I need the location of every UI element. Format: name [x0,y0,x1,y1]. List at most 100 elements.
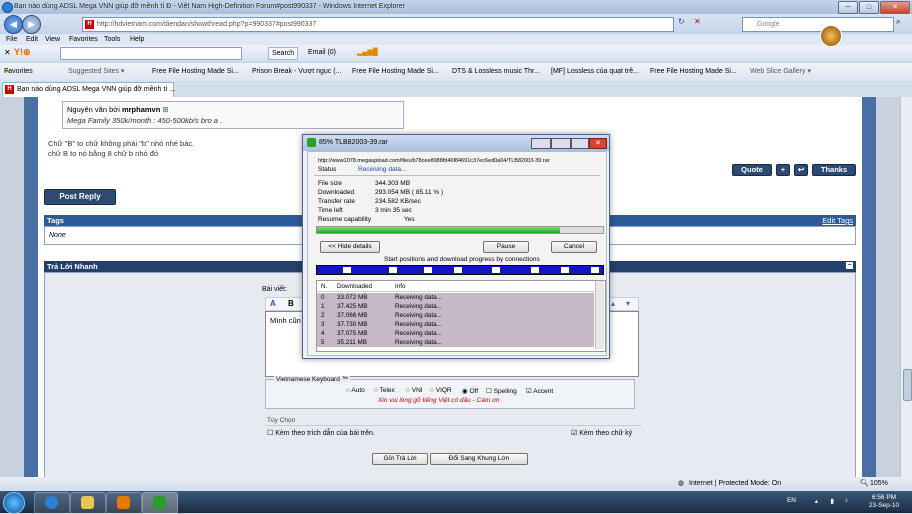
right-border [862,97,876,477]
dialog-help-button[interactable] [571,138,589,149]
multiquote-icon[interactable]: + [776,164,790,176]
signature-option[interactable]: ☑ Kèm theo chữ ký [571,429,632,437]
fav-item-webslice[interactable]: Web Slice Gallery ▾ [750,63,811,81]
close-button[interactable]: ✕ [880,1,910,14]
tab-favicon: H [5,85,14,94]
back-button[interactable]: ◀ [4,15,23,34]
minimize-button[interactable]: ─ [838,1,858,14]
volume-icon[interactable]: ♪ [845,497,848,504]
connection-segment [343,267,351,273]
quick-reply-title: Trả Lời Nhanh [47,262,98,271]
advanced-editor-button[interactable]: Đổi Sang Khung Lớn [430,453,528,465]
view-post-icon[interactable]: ⊞ [162,105,168,114]
taskbar-explorer[interactable] [70,492,106,514]
dialog-close-button[interactable]: ✕ [589,138,607,149]
table-row[interactable]: 4 37.075 MB Receiving data... [317,329,594,338]
window-title-bar: Bạn nào dùng ADSL Mega VNN giúp đỡ mềnh … [0,0,912,14]
pause-button[interactable]: Pause [483,241,529,253]
language-indicator[interactable]: EN [787,497,796,504]
table-scrollbar[interactable] [595,281,604,349]
fav-item-6[interactable]: Free File Hosting Made Si... [650,63,737,81]
quote-author[interactable]: mrphamvn [122,105,160,114]
quote-option[interactable]: ☐ Kèm theo trích dẫn của bài trên. [267,429,375,437]
shrink-icon[interactable]: ▾ [626,299,630,308]
tray-expand-icon[interactable]: ▴ [815,497,818,505]
dialog-restore-button[interactable] [551,138,571,149]
taskbar: EN ▴ ▮ ♪ 6:56 PM 23-Sep-10 [0,491,912,514]
toolbar-email-button[interactable]: Email (0) [308,47,336,58]
favorites-label: Favorites [4,68,33,75]
font-color-icon[interactable]: A [270,299,276,308]
fav-item-3[interactable]: Free File Hosting Made Si... [352,63,439,81]
menu-help[interactable]: Help [130,34,144,45]
toolbar-search-button[interactable]: Search [268,47,299,60]
search-input[interactable]: Google [742,17,894,32]
fav-item-5[interactable]: [MF] Lossless của quạt trê... [551,63,639,81]
zoom-icon[interactable]: 🔍︎ [860,477,869,491]
connection-segment [561,267,569,273]
kb-viqr[interactable]: ○ VIQR [430,387,452,394]
dialog-minimize-button[interactable] [531,138,551,149]
kb-spelling[interactable]: ☐ Spelling [486,387,517,395]
table-row[interactable]: 3 37.730 MB Receiving data... [317,320,594,329]
post-reply-button[interactable]: Post Reply [44,189,116,205]
taskbar-ie[interactable] [34,492,70,514]
connection-segment [531,267,539,273]
menu-edit[interactable]: Edit [26,34,38,45]
globe-status-icon: ◍ [678,480,685,487]
fav-item-suggested[interactable]: Suggested Sites ▾ [68,63,124,81]
close-toolbar-icon[interactable]: ✕ [4,47,11,58]
fav-item-4[interactable]: DTS & Lossless music Thr... [452,63,540,81]
expand-icon[interactable]: ▴ [611,299,615,308]
table-row[interactable]: 2 37.066 MB Receiving data... [317,311,594,320]
kb-auto[interactable]: ○ Auto [346,387,365,394]
table-row[interactable]: 1 37.425 MB Receiving data... [317,302,594,311]
idm-icon [307,138,316,147]
fav-item-2[interactable]: Prison Break - Vượt ngục (... [252,63,341,81]
collapse-icon[interactable]: − [846,262,853,269]
toolbar-search-input[interactable] [60,47,242,60]
quick-reply-icon[interactable]: ↩ [794,164,808,176]
menu-file[interactable]: File [6,34,17,45]
menu-tools[interactable]: Tools [104,34,120,45]
taskbar-media-player[interactable] [106,492,142,514]
zoom-level[interactable]: 105% [870,477,888,491]
edit-tags-link[interactable]: Edit Tags [822,215,853,226]
hide-details-button[interactable]: << Hide details [320,241,380,253]
forward-button[interactable]: ▶ [22,15,41,34]
scrollbar-thumb[interactable] [903,369,912,401]
table-row[interactable]: 0 33.072 MB Receiving data... [317,293,594,302]
menu-favorites[interactable]: Favorites [69,34,98,45]
table-row[interactable]: 5 35.211 MB Receiving data... [317,338,594,347]
stop-icon[interactable]: ✕ [694,17,701,26]
clock[interactable]: 6:56 PM 23-Sep-10 [866,494,902,510]
kb-telex[interactable]: ○ Telex [374,387,395,394]
refresh-icon[interactable]: ↻ [678,17,685,26]
kb-vni[interactable]: ○ VNI [406,387,423,394]
kb-accent[interactable]: ☑ Accent [526,387,553,395]
globe-icon[interactable] [820,25,842,47]
thanks-button[interactable]: Thanks [812,164,856,176]
maximize-button[interactable]: □ [859,1,879,14]
bold-icon[interactable]: B [288,299,294,308]
progress-fill [317,227,561,233]
menu-view[interactable]: View [45,34,60,45]
divider [314,175,600,176]
taskbar-idm[interactable] [142,492,178,514]
status-zone[interactable]: Internet | Protected Mode: On [689,477,781,491]
options-row: ☐ Kèm theo trích dẫn của bài trên. ☑ Kèm… [265,425,641,440]
cancel-button[interactable]: Cancel [551,241,597,253]
clock-date: 23-Sep-10 [868,502,900,509]
kb-off[interactable]: ◉ Off [462,387,478,395]
tab-active[interactable]: H Bạn nào dùng ADSL Mega VNN giúp đỡ mền… [2,82,175,97]
fav-item-1[interactable]: Free File Hosting Made Si... [152,63,239,81]
network-icon[interactable]: ▮ [830,497,834,505]
start-button[interactable] [3,492,25,514]
search-icon[interactable]: ⌕ [896,17,900,27]
address-bar[interactable]: H http://hdvietnam.com/diendan/showthrea… [82,17,674,32]
page-scrollbar[interactable] [900,97,912,477]
dialog-title-bar[interactable]: 85% TLB82003-39.rar ✕ [303,135,609,151]
quote-button[interactable]: Quote [732,164,772,176]
download-progress-bar [316,226,604,234]
submit-reply-button[interactable]: Gởi Trả Lời [372,453,428,465]
